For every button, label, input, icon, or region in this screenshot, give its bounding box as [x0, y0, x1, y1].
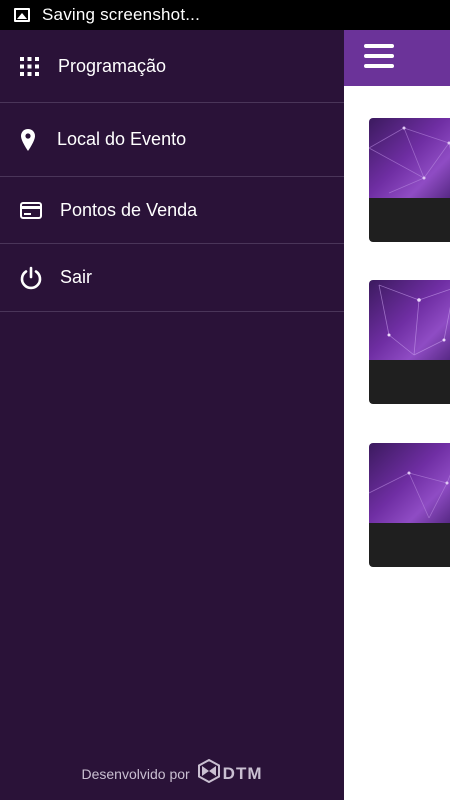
- menu-item-label: Sair: [60, 267, 93, 287]
- event-card[interactable]: [369, 443, 450, 567]
- dtm-brand-text: DTM: [222, 763, 263, 783]
- menu-item-pontos-de-venda[interactable]: Pontos de Venda: [0, 177, 344, 244]
- drawer-footer: Desenvolvido por DTM: [0, 758, 344, 788]
- main-content: [344, 30, 450, 800]
- developed-by-text: Desenvolvido por: [81, 765, 190, 782]
- event-card-footer: [369, 360, 450, 404]
- hamburger-menu-icon[interactable]: [364, 44, 394, 70]
- event-card[interactable]: [369, 280, 450, 404]
- grid-dots-icon: [20, 56, 39, 76]
- event-card-footer: [369, 198, 450, 242]
- menu-item-sair[interactable]: Sair: [0, 244, 344, 312]
- menu-item-programacao[interactable]: Programação: [0, 30, 344, 103]
- power-icon: [19, 266, 43, 290]
- app-bar: [344, 30, 450, 86]
- menu-item-label: Programação: [58, 55, 167, 76]
- event-card[interactable]: [369, 118, 450, 242]
- event-card-image: [369, 118, 450, 198]
- credit-card-icon: [20, 201, 42, 219]
- location-pin-icon: [21, 128, 35, 151]
- navigation-drawer: Programação Local do Evento Pontos de Ve…: [0, 30, 344, 800]
- status-text: Saving screenshot...: [42, 5, 201, 24]
- menu-item-local-do-evento[interactable]: Local do Evento: [0, 103, 344, 177]
- menu-item-label: Local do Evento: [57, 129, 187, 149]
- event-card-image: [369, 280, 450, 360]
- event-card-footer: [369, 523, 450, 567]
- image-icon: [14, 8, 30, 22]
- dtm-logo-icon: [197, 758, 220, 788]
- menu-item-label: Pontos de Venda: [60, 199, 198, 220]
- status-bar: Saving screenshot...: [0, 0, 450, 30]
- event-card-image: [369, 443, 450, 523]
